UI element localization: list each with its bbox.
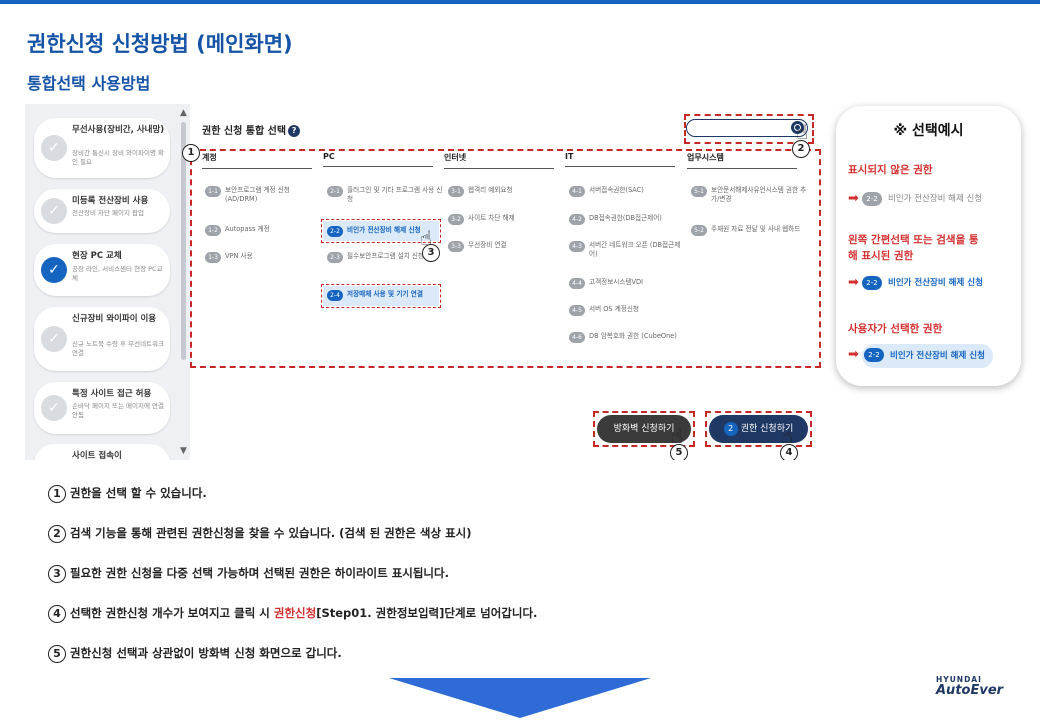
step-3: 3 필요한 권한 신청을 다중 선택 가능하며 선택된 권한은 하이라이트 표시됩… (48, 565, 449, 583)
arrow-right-icon: ➡ (848, 347, 859, 362)
card-desc: 전산장비 차단 페이지 팝업 (72, 209, 144, 217)
example-label: 표시되지 않은 권한 (848, 164, 933, 176)
sidebar-card-unregistered[interactable]: ✓ 미등록 전산장비 사용 전산장비 차단 페이지 팝업 (34, 189, 170, 233)
pointer-hand-icon: ☝ (671, 424, 684, 448)
example-title: ※ 선택예시 (893, 123, 964, 139)
page-subtitle: 통합선택 사용방법 (27, 74, 151, 93)
slide: 권한신청 신청방법 (메인화면) 통합선택 사용방법 ✓ 무선사용(장비간, 사… (0, 0, 1040, 720)
pointer-hand-icon: ☝ (420, 226, 433, 250)
item-label: 비인가 전산장비 해제 신청 (888, 194, 983, 204)
item-label: 비인가 전산장비 해제 신청 (888, 278, 983, 288)
card-title: 미등록 전산장비 사용 (72, 196, 149, 206)
item-number: 2-2 (862, 276, 882, 290)
arrow-right-icon: ➡ (848, 191, 859, 206)
pointer-hand-icon: ☝ (781, 424, 794, 448)
next-arrow-icon (389, 678, 651, 718)
step-number: 5 (48, 645, 66, 663)
scroll-up-icon[interactable]: ▲ (180, 108, 187, 118)
step-text: 권한신청 선택과 상관없이 방화벽 신청 화면으로 갑니다. (70, 646, 342, 660)
panel-title: 권한 신청 통합 선택? (202, 122, 301, 137)
screenshot-frame: ✓ 무선사용(장비간, 사내망) 장비간 통신시 장비 와이파이명 확인 필요 … (25, 104, 823, 460)
check-icon: ✓ (41, 395, 67, 421)
check-icon: ✓ (41, 198, 67, 224)
card-title: 신규장비 와이파이 이용 (72, 314, 157, 324)
scroll-down-icon[interactable]: ▼ (180, 446, 187, 456)
example-row-selected: ➡ 2-2 비인가 전산장비 해제 신청 (848, 344, 993, 368)
example-label: 사용자가 선택한 권한 (848, 323, 943, 335)
step-number: 1 (48, 485, 66, 503)
card-title: 현장 PC 교체 (72, 251, 122, 261)
step-text: 검색 기능을 통해 관련된 권한신청을 찾을 수 있습니다. (검색 된 권한은… (70, 526, 472, 540)
step-number: 3 (48, 565, 66, 583)
step-1: 1 권한을 선택 할 수 있습니다. (48, 485, 207, 503)
check-icon: ✓ (41, 257, 67, 283)
example-label: 왼쪽 간편선택 또는 검색을 통해 표시된 권한 (848, 234, 979, 262)
marker-1: 1 (182, 144, 200, 162)
hyundai-autoever-logo: HYUNDAI AutoEver (936, 675, 1020, 697)
sidebar-card-new-wifi[interactable]: ✓ 신규장비 와이파이 이용 신규 노트북 수령 후 무선네트워크 연결 (34, 307, 170, 371)
item-label: 비인가 전산장비 해제 신청 (890, 351, 985, 361)
sidebar-card-site-access[interactable]: 사이트 접속이 (34, 444, 170, 460)
card-desc: 공장 라인, 서비스센터 현장 PC교체 (72, 265, 163, 282)
page-title: 권한신청 신청방법 (메인화면) (27, 32, 293, 56)
item-number: 2-2 (862, 192, 882, 206)
sidebar-card-wireless[interactable]: ✓ 무선사용(장비간, 사내망) 장비간 통신시 장비 와이파이명 확인 필요 (34, 118, 170, 178)
quick-select-sidebar: ✓ 무선사용(장비간, 사내망) 장비간 통신시 장비 와이파이명 확인 필요 … (25, 104, 190, 460)
check-icon: ✓ (41, 135, 67, 161)
card-desc: 신규 노트북 수령 후 무선네트워크 연결 (72, 340, 164, 357)
step-text: [Step01. 권한정보입력]단계로 넘어갑니다. (316, 606, 538, 620)
annotation-outline-2 (684, 114, 814, 144)
step-text: 필요한 권한 신청을 다중 선택 가능하며 선택된 권한은 하이라이트 표시됩니… (70, 566, 449, 580)
step-highlight: 권한신청 (273, 606, 317, 620)
step-5: 5 권한신청 선택과 상관없이 방화벽 신청 화면으로 갑니다. (48, 645, 342, 663)
step-2: 2 검색 기능을 통해 관련된 권한신청을 찾을 수 있습니다. (검색 된 권한… (48, 525, 471, 543)
sidebar-card-pc-replace[interactable]: ✓ 현장 PC 교체 공장 라인, 서비스센터 현장 PC교체 (34, 244, 170, 296)
check-icon: ✓ (41, 326, 67, 352)
step-text: 선택한 권한신청 개수가 보여지고 클릭 시 (70, 606, 274, 620)
step-number: 4 (48, 605, 66, 623)
help-icon[interactable]: ? (288, 125, 301, 137)
example-row-gray: ➡ 2-2 비인가 전산장비 해제 신청 (848, 188, 982, 210)
annotation-outline-4 (705, 411, 812, 447)
example-row-blue: ➡ 2-2 비인가 전산장비 해제 신청 (848, 272, 983, 294)
card-title: 특정 사이트 접근 허용 (72, 389, 152, 399)
step-text: 권한을 선택 할 수 있습니다. (70, 486, 207, 500)
card-desc: 손바닥 페이지 또는 메이지에 연결 안됨 (72, 402, 164, 419)
card-title: 사이트 접속이 (72, 451, 122, 460)
card-title: 무선사용(장비간, 사내망) (72, 125, 165, 135)
top-accent-bar (0, 0, 1040, 4)
card-desc: 장비간 통신시 장비 와이파이명 확인 필요 (72, 149, 164, 166)
logo-line2: AutoEver (936, 683, 1004, 698)
item-number: 2-2 (864, 348, 884, 362)
sidebar-card-site-allow[interactable]: ✓ 특정 사이트 접근 허용 손바닥 페이지 또는 메이지에 연결 안됨 (34, 382, 170, 434)
selection-example-panel: ※ 선택예시 표시되지 않은 권한 ➡ 2-2 비인가 전산장비 해제 신청 왼쪽 … (836, 106, 1021, 386)
annotation-outline-1 (190, 149, 821, 368)
step-number: 2 (48, 525, 66, 543)
arrow-right-icon: ➡ (848, 275, 859, 290)
step-4: 4 선택한 권한신청 개수가 보여지고 클릭 시 권한신청[Step01. 권한정… (48, 605, 537, 623)
integrated-select-panel: 권한 신청 통합 선택? 계정 PC 인터넷 IT 업무시스템 1-1 보안프로그… (182, 104, 823, 460)
pointer-hand-icon: ☝ (796, 120, 809, 144)
